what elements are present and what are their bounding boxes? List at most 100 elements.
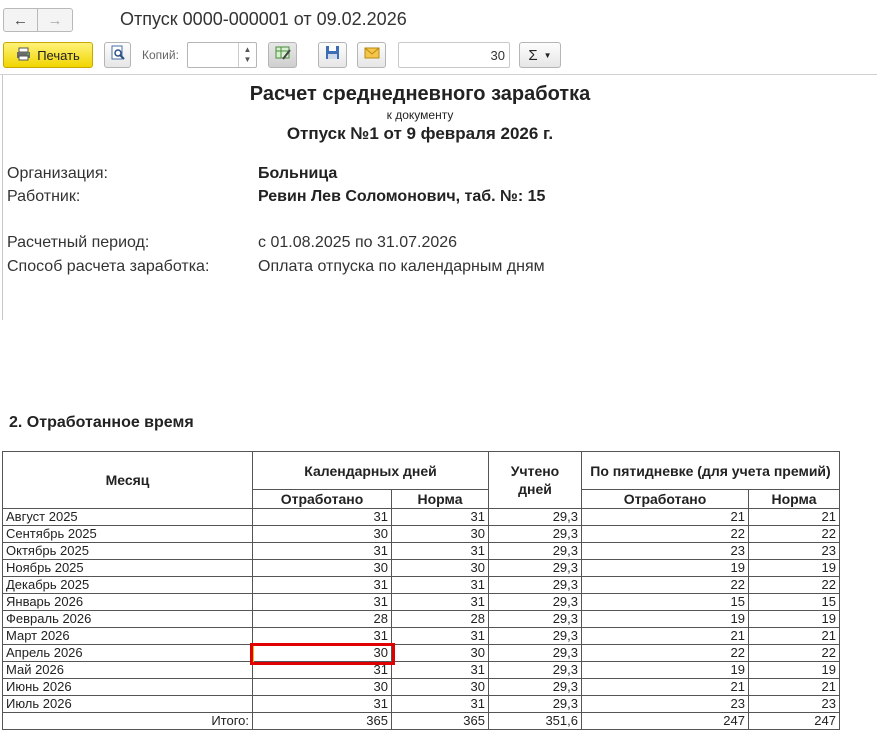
cell-worked[interactable]: 30 — [252, 525, 392, 543]
preview-button[interactable] — [104, 42, 131, 68]
cell-worked[interactable]: 30 — [252, 559, 392, 577]
cell-norm5[interactable]: 21 — [748, 627, 840, 645]
cell-norm[interactable]: 31 — [391, 508, 489, 526]
cell-worked[interactable]: 31 — [252, 508, 392, 526]
table-row: Апрель 2026 30 30 29,3 22 22 — [2, 644, 840, 662]
cell-norm5[interactable]: 22 — [748, 644, 840, 662]
spin-up-icon[interactable]: ▲ — [244, 45, 252, 55]
cell-norm5[interactable]: 21 — [748, 508, 840, 526]
cell-month[interactable]: Ноябрь 2025 — [2, 559, 253, 577]
cell-norm[interactable]: 31 — [391, 661, 489, 679]
cell-worked[interactable]: 28 — [252, 610, 392, 628]
edit-table-icon — [275, 45, 291, 66]
print-label: Печать — [37, 47, 80, 63]
cell-worked[interactable]: 31 — [252, 661, 392, 679]
edit-mode-button[interactable] — [268, 42, 297, 68]
cell-month[interactable]: Февраль 2026 — [2, 610, 253, 628]
copies-spinner[interactable]: ▲ ▼ — [238, 43, 256, 67]
cell-month[interactable]: Июнь 2026 — [2, 678, 253, 696]
cell-norm[interactable]: 31 — [391, 542, 489, 560]
cell-norm[interactable]: 31 — [391, 593, 489, 611]
cell-norm5[interactable]: 19 — [748, 661, 840, 679]
cell-worked[interactable]: 31 — [252, 627, 392, 645]
cell-worked5[interactable]: 23 — [581, 695, 749, 713]
cell-counted[interactable]: 29,3 — [488, 525, 582, 543]
cell-worked5[interactable]: 21 — [581, 678, 749, 696]
cell-worked5[interactable]: 22 — [581, 576, 749, 594]
cell-worked5[interactable]: 21 — [581, 627, 749, 645]
cell-month[interactable]: Сентябрь 2025 — [2, 525, 253, 543]
cell-worked5[interactable]: 23 — [581, 542, 749, 560]
forward-button[interactable]: → — [38, 8, 73, 32]
cell-counted[interactable]: 29,3 — [488, 627, 582, 645]
cell-counted[interactable]: 29,3 — [488, 695, 582, 713]
cell-counted[interactable]: 29,3 — [488, 593, 582, 611]
cell-month[interactable]: Май 2026 — [2, 661, 253, 679]
cell-worked5[interactable]: 22 — [581, 525, 749, 543]
cell-worked[interactable]: 31 — [252, 695, 392, 713]
back-button[interactable]: ← — [3, 8, 38, 32]
cell-norm5[interactable]: 19 — [748, 610, 840, 628]
cell-worked[interactable]: 30 — [252, 644, 392, 662]
cell-month[interactable]: Август 2025 — [2, 508, 253, 526]
cell-worked[interactable]: 31 — [252, 542, 392, 560]
cell-worked5[interactable]: 19 — [581, 610, 749, 628]
header-five-day: По пятидневке (для учета премий) — [581, 451, 840, 490]
cell-norm[interactable]: 30 — [391, 644, 489, 662]
cell-norm[interactable]: 30 — [391, 559, 489, 577]
cell-counted[interactable]: 29,3 — [488, 610, 582, 628]
cell-counted[interactable]: 29,3 — [488, 542, 582, 560]
report-title: Расчет среднедневного заработка — [249, 83, 591, 105]
cell-month[interactable]: Январь 2026 — [2, 593, 253, 611]
cell-norm[interactable]: 30 — [391, 678, 489, 696]
cell-worked[interactable]: 31 — [252, 593, 392, 611]
spin-down-icon[interactable]: ▼ — [244, 55, 252, 65]
cell-norm[interactable]: 31 — [391, 627, 489, 645]
cell-norm5[interactable]: 23 — [748, 695, 840, 713]
cell-norm[interactable]: 31 — [391, 576, 489, 594]
cell-month[interactable]: Март 2026 — [2, 627, 253, 645]
cell-norm5[interactable]: 21 — [748, 678, 840, 696]
table-row: Октябрь 2025 31 31 29,3 23 23 — [2, 542, 840, 560]
cell-norm5[interactable]: 22 — [748, 576, 840, 594]
organization-label: Организация: — [7, 165, 108, 182]
cell-month[interactable]: Октябрь 2025 — [2, 542, 253, 560]
print-button[interactable]: Печать — [3, 42, 93, 68]
cell-worked5[interactable]: 22 — [581, 644, 749, 662]
save-button[interactable] — [318, 42, 347, 68]
cell-counted[interactable]: 29,3 — [488, 508, 582, 526]
sum-button[interactable]: Σ ▼ — [519, 42, 561, 68]
cell-norm[interactable]: 31 — [391, 695, 489, 713]
cell-norm5[interactable]: 15 — [748, 593, 840, 611]
table-row: Июль 2026 31 31 29,3 23 23 — [2, 695, 840, 713]
cell-worked[interactable]: 30 — [252, 678, 392, 696]
cell-counted[interactable]: 29,3 — [488, 576, 582, 594]
cell-counted[interactable]: 29,3 — [488, 559, 582, 577]
cell-worked5[interactable]: 15 — [581, 593, 749, 611]
arrow-left-icon: ← — [13, 11, 28, 29]
send-email-button[interactable] — [357, 42, 386, 68]
cell-norm5[interactable]: 23 — [748, 542, 840, 560]
printer-icon — [16, 47, 31, 64]
table-row: Декабрь 2025 31 31 29,3 22 22 — [2, 576, 840, 594]
report-subtitle: к документу — [386, 108, 454, 122]
cell-worked5[interactable]: 19 — [581, 559, 749, 577]
cell-month[interactable]: Июль 2026 — [2, 695, 253, 713]
sum-value-field[interactable]: 30 — [398, 42, 510, 68]
cell-norm5[interactable]: 19 — [748, 559, 840, 577]
cell-worked[interactable]: 31 — [252, 576, 392, 594]
cell-counted[interactable]: 29,3 — [488, 678, 582, 696]
cell-worked5[interactable]: 21 — [581, 508, 749, 526]
cell-norm[interactable]: 30 — [391, 525, 489, 543]
cell-month[interactable]: Апрель 2026 — [2, 644, 253, 662]
cell-norm[interactable]: 28 — [391, 610, 489, 628]
period-value: с 01.08.2025 по 31.07.2026 — [258, 234, 458, 251]
chevron-down-icon: ▼ — [543, 50, 552, 60]
cell-counted[interactable]: 29,3 — [488, 644, 582, 662]
cell-counted[interactable]: 29,3 — [488, 661, 582, 679]
copies-input[interactable]: 1 ▲▼ — [187, 42, 453, 68]
sigma-icon: Σ — [528, 46, 538, 64]
cell-month[interactable]: Декабрь 2025 — [2, 576, 253, 594]
cell-norm5[interactable]: 22 — [748, 525, 840, 543]
cell-worked5[interactable]: 19 — [581, 661, 749, 679]
